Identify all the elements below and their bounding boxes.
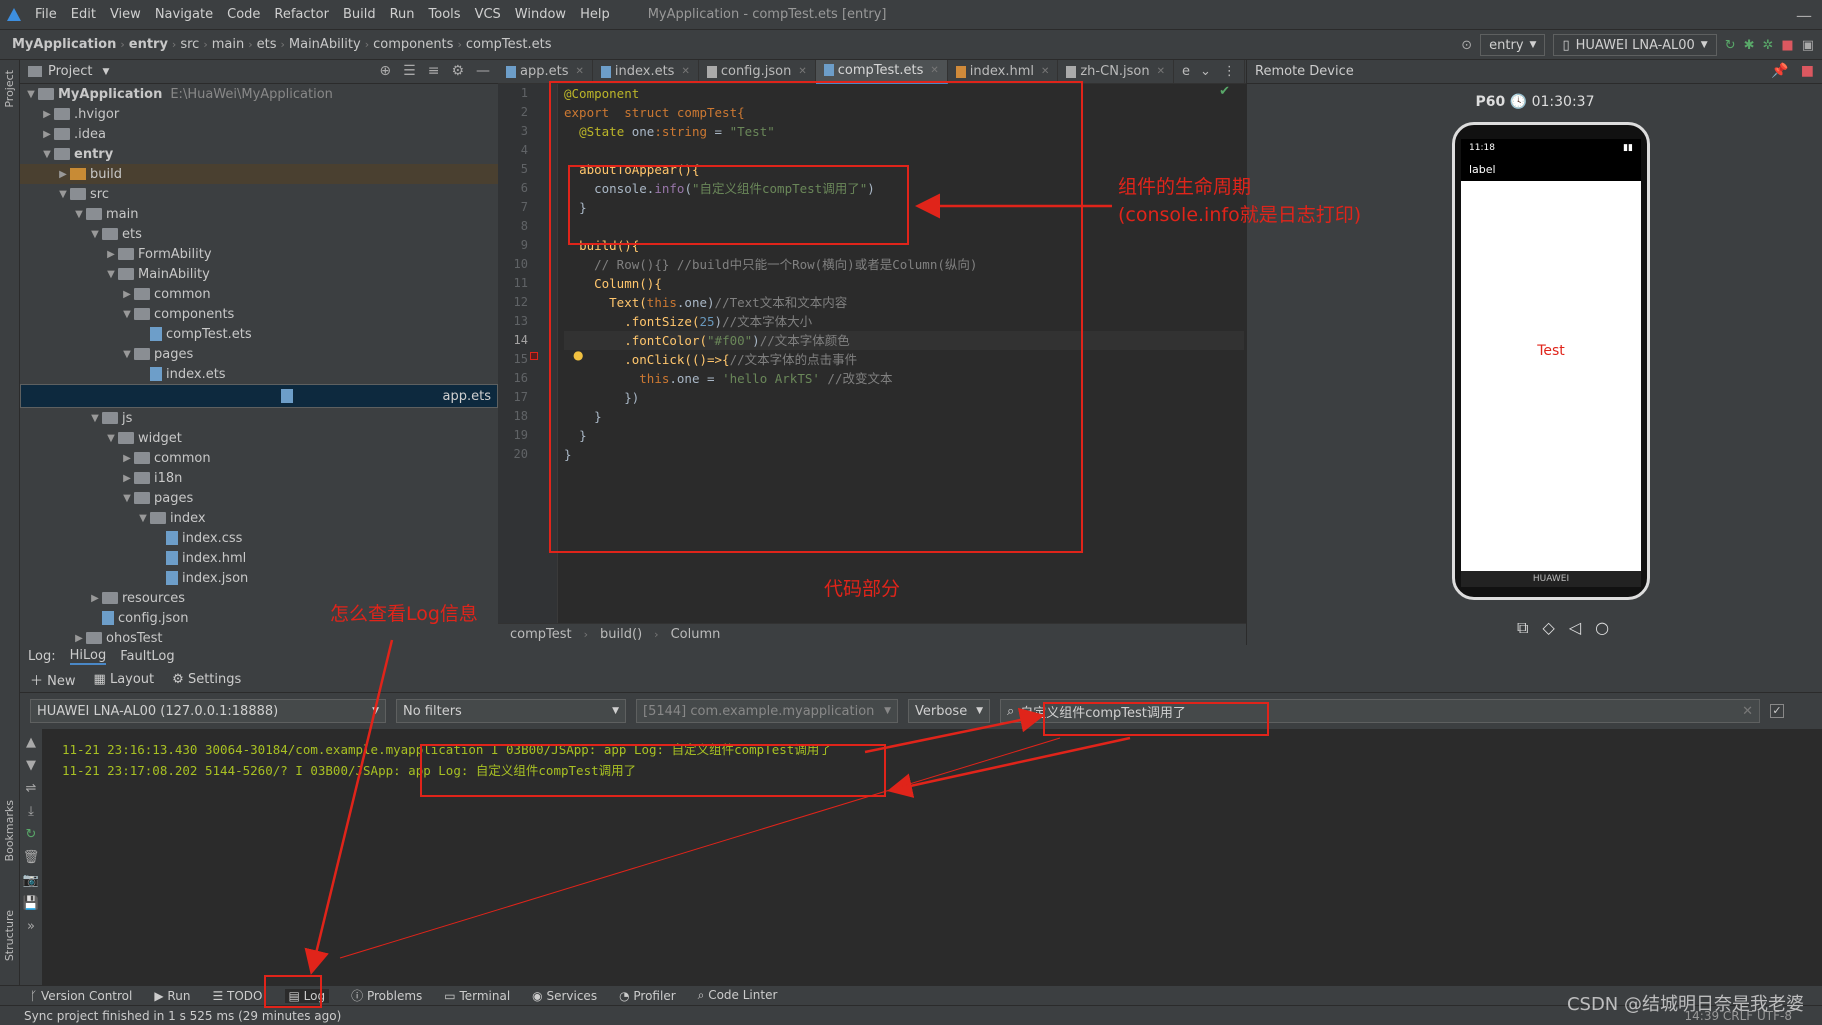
arrow-to-log-lines [887, 736, 1131, 798]
arrow-to-search [864, 707, 1045, 754]
arrow-thin [339, 737, 1061, 959]
annotation-arrows [304, 193, 1131, 975]
arrow-to-log-tab [304, 639, 394, 975]
csdn-watermark: CSDN @结城明日奈是我老婆 [1566, 994, 1804, 1015]
